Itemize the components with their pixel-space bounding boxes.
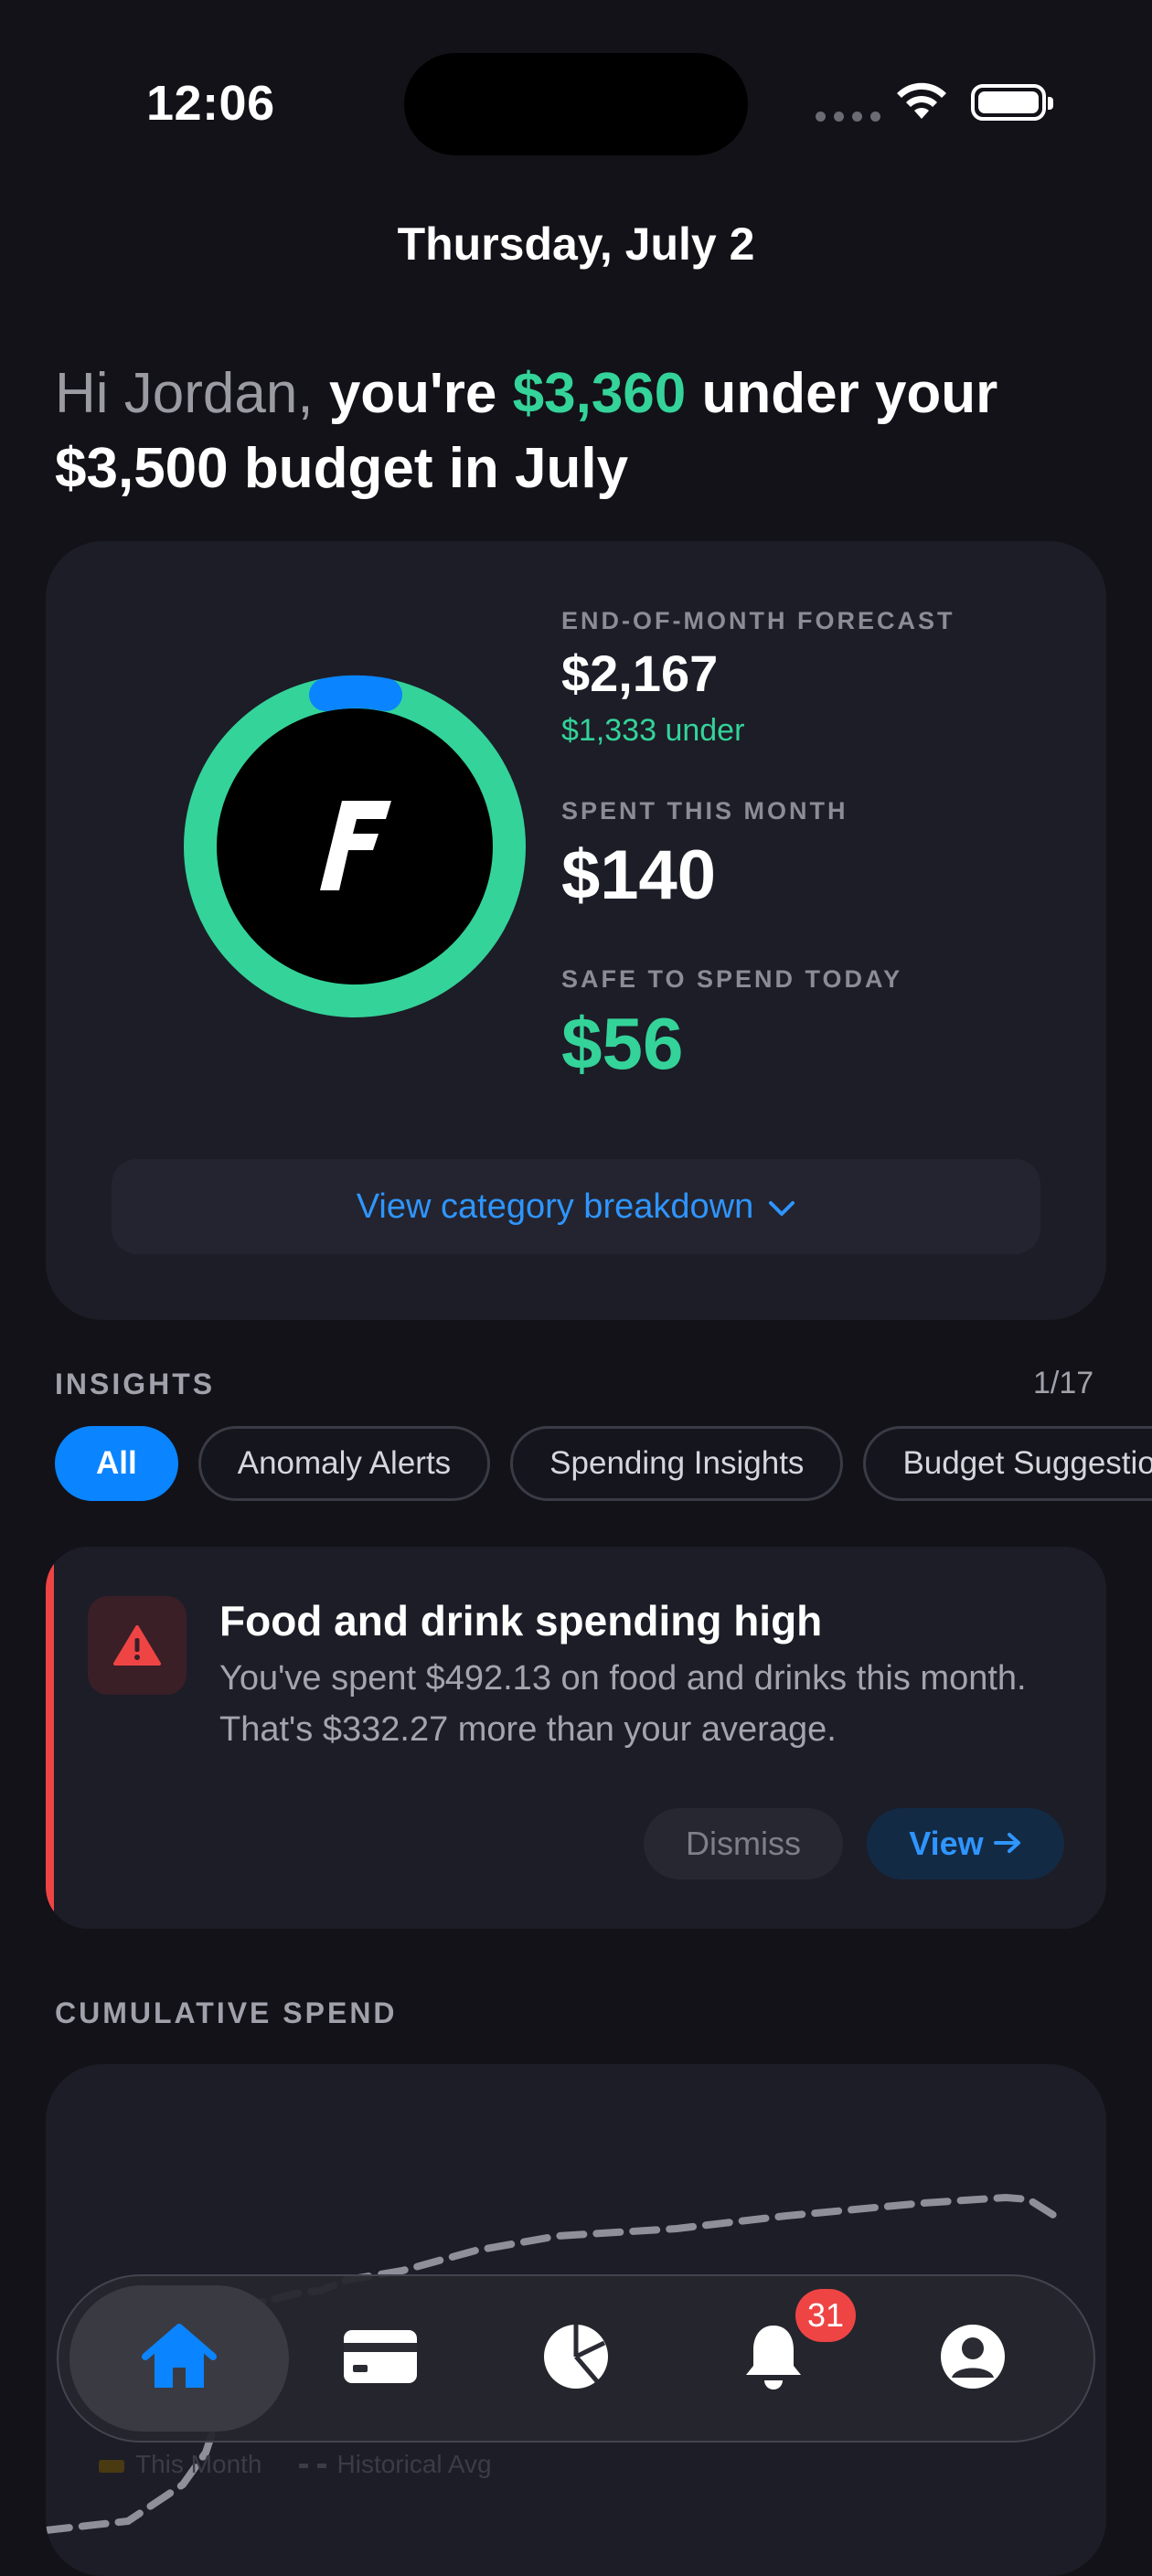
tab-cards[interactable] [316,2285,444,2432]
greeting-prefix: Hi Jordan, [55,362,314,425]
view-button[interactable]: View [867,1808,1064,1879]
alert-title: Food and drink spending high [219,1597,823,1645]
breakdown-label: View category breakdown [356,1187,754,1226]
insight-filter-chips: All Anomaly Alerts Spending Insights Bud… [0,1408,1152,1527]
chip-spending-insights[interactable]: Spending Insights [510,1426,844,1501]
legend-this-month: This Month [99,2450,262,2479]
legend-historical-avg: Historical Avg [298,2450,492,2479]
tab-profile[interactable] [909,2285,1037,2432]
insights-count: 1/17 [1033,1366,1094,1400]
safe-label: SAFE TO SPEND TODAY [561,965,903,993]
card-icon [342,2328,419,2390]
pie-chart-icon [542,2323,610,2395]
greeting-amount: $3,360 [512,362,687,425]
greeting-part1: you're [328,362,497,425]
spent-value: $140 [561,836,717,914]
spent-label: SPENT THIS MONTH [561,797,848,825]
insights-title: INSIGHTS [55,1368,216,1400]
dismiss-button[interactable]: Dismiss [644,1808,843,1879]
chip-all[interactable]: All [55,1426,178,1501]
chip-anomaly-alerts[interactable]: Anomaly Alerts [197,1426,491,1501]
status-time: 12:06 [146,76,275,131]
greeting-line2: $3,500 budget in July [55,437,629,500]
profile-icon [939,2323,1007,2395]
greeting-part2: under your [701,362,998,425]
chevron-down-icon [768,1187,795,1227]
tab-home[interactable] [69,2285,289,2432]
tab-analytics[interactable] [512,2285,640,2432]
forecast-value: $2,167 [561,644,719,702]
cellular-signal-icon [816,112,880,122]
chart-legend: This Month Historical Avg [99,2450,492,2479]
view-category-breakdown-button[interactable]: View category breakdown [112,1159,1040,1254]
arrow-right-icon [993,1825,1022,1863]
dynamic-island [404,53,748,155]
notification-badge: 31 [795,2289,856,2342]
wifi-icon [894,79,949,125]
app-logo-icon [320,795,393,896]
alert-body: You've spent $492.13 on food and drinks … [219,1659,1027,1749]
home-icon [140,2322,219,2396]
budget-greeting: Hi Jordan, you're $3,360 under your $3,5… [55,357,1115,506]
warning-icon [88,1596,187,1695]
bell-icon [742,2322,805,2396]
safe-value: $56 [561,1003,684,1084]
current-date: Thursday, July 2 [397,218,755,270]
cumulative-title: CUMULATIVE SPEND [55,1996,398,2029]
battery-icon [971,84,1053,121]
forecast-under: $1,333 under [561,713,745,748]
view-label: View [909,1825,984,1862]
chip-budget-suggestions[interactable]: Budget Suggestions [863,1426,1152,1501]
forecast-label: END-OF-MONTH FORECAST [561,607,955,634]
